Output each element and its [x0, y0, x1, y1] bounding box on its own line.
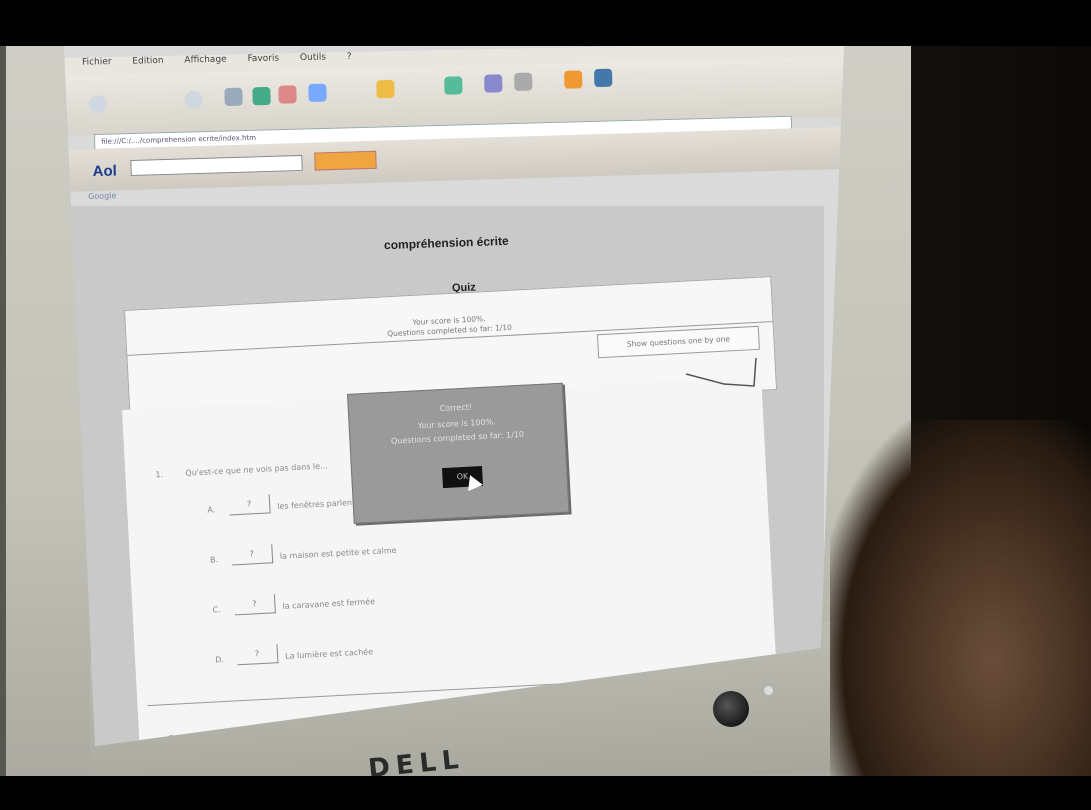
menu-item-view[interactable]: Affichage	[184, 55, 226, 66]
menu-item-favorites[interactable]: Favoris	[247, 53, 279, 64]
question-number: 1.	[155, 469, 164, 480]
messenger-icon[interactable]	[593, 68, 613, 88]
toolbar-search-input[interactable]	[130, 154, 303, 177]
letterbox-top	[0, 0, 1091, 46]
screen-scratch-mark	[685, 357, 757, 387]
option-text: la caravane est fermée	[282, 597, 376, 611]
question-text: Qu'est-ce que ne vois pas dans le...	[185, 461, 328, 478]
option-letter: A.	[207, 505, 216, 515]
menu-item-file[interactable]: Fichier	[82, 57, 112, 68]
mail-icon[interactable]	[484, 74, 503, 93]
question-number: 2.	[169, 733, 178, 743]
option-answer-button[interactable]: ?	[236, 644, 279, 666]
option-text: la maison est petite et calme	[279, 545, 397, 561]
video-frame: DELL Fichier Edition Affichage Favoris O…	[0, 0, 1091, 810]
option-answer-button[interactable]: ?	[233, 594, 276, 616]
option-letter: C.	[212, 605, 221, 615]
favorites-star-icon[interactable]	[376, 79, 395, 99]
home-icon[interactable]	[278, 85, 297, 104]
option-answer-button[interactable]: ?	[228, 494, 271, 516]
search-icon[interactable]	[308, 83, 327, 103]
show-questions-button[interactable]: Show questions one by one	[596, 325, 760, 359]
back-icon[interactable]	[88, 94, 107, 114]
question-divider	[147, 674, 737, 707]
menu-item-tools[interactable]: Outils	[300, 53, 326, 64]
question-text: Qui est le frère de la personnage princi…	[198, 719, 440, 742]
toolbar-search-button[interactable]	[314, 150, 377, 171]
forward-icon[interactable]	[184, 90, 203, 110]
print-icon[interactable]	[514, 72, 533, 91]
aol-logo: Aol	[92, 162, 118, 181]
page-content: compréhension écrite Quiz Your score is …	[64, 206, 824, 746]
edit-icon[interactable]	[564, 70, 583, 89]
option-answer-button[interactable]: ?	[231, 544, 274, 566]
monitor-screen: Fichier Edition Affichage Favoris Outils…	[64, 46, 844, 746]
menu-item-help[interactable]: ?	[347, 52, 352, 62]
refresh-icon[interactable]	[252, 86, 271, 106]
menu-item-edit[interactable]: Edition	[132, 56, 163, 67]
letterbox-bottom	[0, 776, 1091, 810]
option-letter: B.	[209, 555, 219, 565]
stop-icon[interactable]	[224, 87, 243, 107]
option-text: La lumière est cachée	[284, 647, 374, 661]
history-icon[interactable]	[444, 76, 463, 95]
browser-window: Fichier Edition Affichage Favoris Outils…	[64, 46, 844, 746]
option-letter: D.	[214, 655, 225, 665]
page-title: compréhension écrite	[383, 233, 509, 253]
child-head	[830, 420, 1091, 810]
feedback-popup: Correct! Your score is 100%. Questions c…	[347, 382, 570, 524]
